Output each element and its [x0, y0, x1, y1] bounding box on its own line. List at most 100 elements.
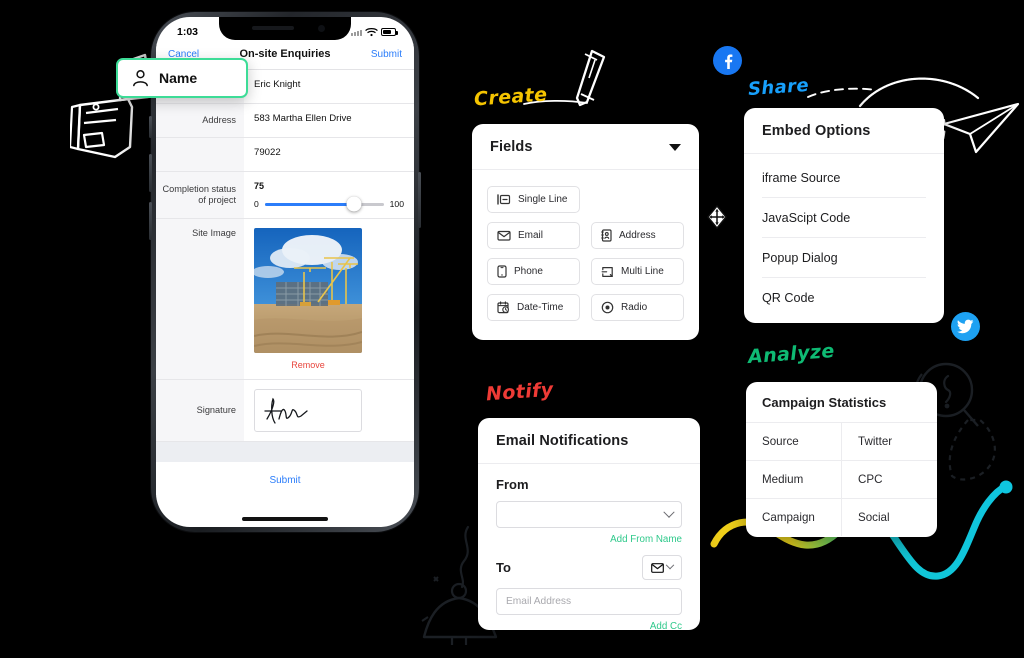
fields-grid: Single Line Email Address Phone Multi Li…	[472, 170, 699, 337]
slider-knob[interactable]	[346, 196, 362, 212]
person-icon	[133, 70, 148, 87]
field-chip-label: Email	[518, 230, 544, 241]
envelope-icon	[497, 230, 511, 241]
fields-panel-title: Fields	[490, 139, 533, 155]
email-panel-header: Email Notifications	[478, 418, 700, 464]
form-row-site-image: Site Image Remove	[156, 219, 414, 380]
status-indicators	[351, 27, 398, 37]
embed-panel-title: Embed Options	[762, 123, 871, 139]
stats-value-source: Twitter	[858, 435, 893, 448]
annotation-analyze: Analyze	[747, 340, 836, 368]
slider-max-label: 100	[389, 199, 404, 209]
twitter-icon[interactable]	[951, 312, 980, 341]
slider-control[interactable]: 0 100	[254, 196, 404, 212]
to-mode-select[interactable]	[642, 555, 682, 580]
table-row: Campaign Social	[746, 499, 937, 536]
field-label-signature: Signature	[156, 380, 244, 441]
signature-pad[interactable]	[254, 389, 362, 432]
phone-volume-up-button	[149, 154, 152, 192]
field-chip-label: Radio	[621, 302, 648, 313]
fields-panel: Fields Single Line Email Address Phone M…	[472, 124, 699, 340]
field-chip-address[interactable]: Address	[591, 222, 684, 249]
annotation-create: Create	[473, 83, 549, 111]
to-email-input[interactable]: Email Address	[496, 588, 682, 615]
signature-cell	[244, 380, 414, 441]
calendar-clock-icon	[497, 301, 509, 314]
embed-option-javascript-code[interactable]: JavaScipt Code	[762, 198, 926, 238]
field-chip-label: Multi Line	[621, 266, 664, 277]
remove-image-button[interactable]: Remove	[254, 360, 362, 370]
slider-current-value: 75	[254, 181, 265, 191]
annotation-share: Share	[747, 74, 810, 101]
field-chip-phone[interactable]: Phone	[487, 258, 580, 285]
chevron-down-icon	[663, 506, 675, 518]
share-underline-doodle	[807, 87, 877, 98]
page-title: On-site Enquiries	[239, 48, 331, 60]
form-row-address: Address 583 Martha Ellen Drive	[156, 104, 414, 138]
field-chip-label: Date-Time	[517, 302, 564, 313]
battery-icon	[381, 28, 398, 36]
completion-slider-cell: 75 0 100	[244, 172, 414, 218]
status-time: 1:03	[177, 26, 199, 38]
annotation-notify: Notify	[485, 378, 555, 406]
move-handle-icon[interactable]	[705, 205, 729, 229]
fields-panel-header: Fields	[472, 124, 699, 170]
form-body: Name Eric Knight Address 583 Martha Elle…	[156, 70, 414, 495]
pencil-doodle	[575, 49, 606, 107]
chevron-down-icon[interactable]	[669, 143, 681, 151]
email-panel-title: Email Notifications	[496, 433, 629, 449]
stats-value-campaign: Social	[858, 511, 890, 524]
field-chip-email[interactable]: Email	[487, 222, 580, 249]
embed-options-list: iframe Source JavaScipt Code Popup Dialo…	[744, 154, 944, 325]
address-card-icon	[601, 229, 612, 242]
form-submit-button[interactable]: Submit	[156, 462, 414, 495]
field-chip-label: Single Line	[518, 194, 568, 205]
form-row-zip: 79022	[156, 138, 414, 172]
embed-options-panel: Embed Options iframe Source JavaScipt Co…	[744, 108, 944, 323]
from-select[interactable]	[496, 501, 682, 528]
envelope-icon	[651, 562, 664, 573]
stats-key-source: Source	[746, 423, 842, 460]
chevron-down-icon	[665, 560, 675, 569]
multi-line-icon	[601, 266, 613, 277]
field-label-completion: Completion status of project	[156, 172, 244, 218]
field-label-zip	[156, 138, 244, 171]
embed-option-iframe-source[interactable]: iframe Source	[762, 158, 926, 198]
form-row-signature: Signature	[156, 380, 414, 442]
field-value-zip[interactable]: 79022	[244, 138, 414, 171]
field-value-name[interactable]: Eric Knight	[244, 70, 414, 103]
slider-fill	[264, 202, 354, 206]
field-chip-name-selected[interactable]: Name	[116, 58, 248, 98]
field-chip-radio[interactable]: Radio	[591, 294, 684, 321]
earpiece-speaker	[252, 26, 294, 30]
field-chip-single-line[interactable]: Single Line	[487, 186, 580, 213]
radio-button-icon	[601, 301, 614, 314]
navbar-submit-button[interactable]: Submit	[371, 49, 402, 60]
slider-track[interactable]	[264, 196, 384, 212]
table-row: Source Twitter	[746, 423, 937, 461]
single-line-icon	[497, 194, 511, 205]
stats-key-campaign: Campaign	[746, 499, 842, 536]
field-chip-label: Address	[619, 230, 656, 241]
facebook-icon[interactable]	[713, 46, 742, 75]
canvas: 1:03 Cancel On-site Enquiries Submit Eri…	[0, 0, 1024, 658]
add-cc-link[interactable]: Add Cc	[496, 621, 682, 632]
stats-key-medium: Medium	[746, 461, 842, 498]
site-image-thumbnail[interactable]	[254, 228, 362, 353]
field-chip-multi-line[interactable]: Multi Line	[591, 258, 684, 285]
email-panel-body: From Add From Name To Email Address Add …	[478, 464, 700, 644]
embed-panel-header: Embed Options	[744, 108, 944, 154]
embed-option-popup-dialog[interactable]: Popup Dialog	[762, 238, 926, 278]
table-row: Medium CPC	[746, 461, 937, 499]
home-indicator	[242, 517, 328, 521]
signal-bars-icon	[351, 29, 362, 36]
phone-volume-down-button	[149, 202, 152, 240]
site-image-cell: Remove	[244, 219, 414, 379]
phone-mute-switch	[149, 116, 152, 138]
phone-notch	[219, 17, 351, 40]
field-chip-date-time[interactable]: Date-Time	[487, 294, 580, 321]
front-camera	[318, 25, 325, 32]
embed-option-qr-code[interactable]: QR Code	[762, 278, 926, 317]
field-value-address[interactable]: 583 Martha Ellen Drive	[244, 104, 414, 137]
add-from-name-link[interactable]: Add From Name	[496, 534, 682, 545]
